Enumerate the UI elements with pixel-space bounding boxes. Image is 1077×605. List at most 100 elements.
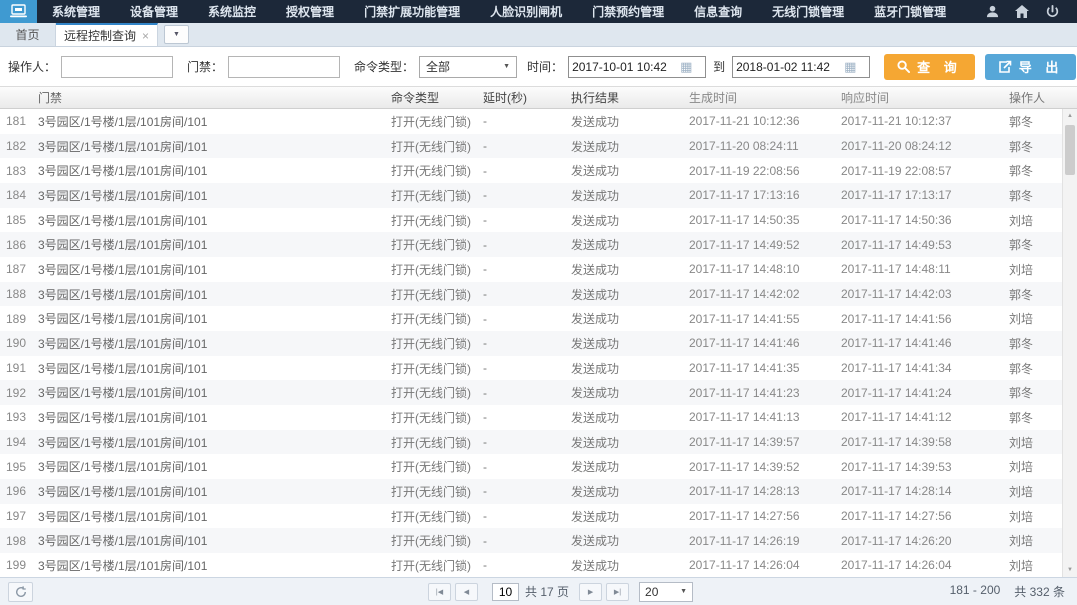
nav-item[interactable]: 系统管理 bbox=[37, 0, 115, 23]
scroll-down-icon[interactable]: ▼ bbox=[1063, 563, 1077, 577]
scrollbar-thumb[interactable] bbox=[1065, 125, 1075, 175]
nav-item[interactable]: 门禁扩展功能管理 bbox=[349, 0, 475, 23]
scroll-up-icon[interactable]: ▲ bbox=[1063, 109, 1077, 123]
operator-cell: 刘培 bbox=[1003, 532, 1062, 549]
door-input[interactable] bbox=[228, 56, 340, 78]
result-cell: 发送成功 bbox=[565, 236, 683, 253]
search-button-label: 查 询 bbox=[917, 57, 962, 76]
user-button[interactable] bbox=[977, 0, 1007, 23]
column-header[interactable]: 延时(秒) bbox=[477, 87, 565, 108]
operator-input[interactable] bbox=[61, 56, 173, 78]
column-header[interactable]: 执行结果 bbox=[565, 87, 683, 108]
time-from-input[interactable] bbox=[572, 60, 680, 74]
table-row[interactable]: 1983号园区/1号楼/1层/101房间/101打开(无线门锁)-发送成功201… bbox=[0, 528, 1062, 553]
page-number-input[interactable] bbox=[492, 583, 519, 601]
operator-cell: 郭冬 bbox=[1003, 138, 1062, 155]
table-row[interactable]: 1963号园区/1号楼/1层/101房间/101打开(无线门锁)-发送成功201… bbox=[0, 479, 1062, 504]
column-header[interactable]: 命令类型 bbox=[385, 87, 477, 108]
close-icon[interactable]: × bbox=[142, 30, 149, 42]
delay-cell: - bbox=[477, 460, 565, 474]
generated-time-cell: 2017-11-17 14:41:23 bbox=[683, 386, 835, 400]
row-number-cell: 189 bbox=[0, 312, 32, 326]
column-header[interactable]: 响应时间 bbox=[835, 87, 1003, 108]
tab-remote-control-query[interactable]: 远程控制查询 × bbox=[56, 23, 158, 46]
result-cell: 发送成功 bbox=[565, 187, 683, 204]
chevron-down-icon: ▼ bbox=[680, 588, 687, 595]
generated-time-cell: 2017-11-21 10:12:36 bbox=[683, 114, 835, 128]
table-row[interactable]: 1973号园区/1号楼/1层/101房间/101打开(无线门锁)-发送成功201… bbox=[0, 504, 1062, 529]
command-type-cell: 打开(无线门锁) bbox=[385, 286, 477, 303]
column-header[interactable]: 门禁 bbox=[32, 87, 385, 108]
table-row[interactable]: 1923号园区/1号楼/1层/101房间/101打开(无线门锁)-发送成功201… bbox=[0, 380, 1062, 405]
prev-page-button[interactable]: ◀ bbox=[455, 583, 478, 601]
nav-item[interactable]: 信息查询 bbox=[679, 0, 757, 23]
door-cell: 3号园区/1号楼/1层/101房间/101 bbox=[32, 187, 385, 204]
table-row[interactable]: 1943号园区/1号楼/1层/101房间/101打开(无线门锁)-发送成功201… bbox=[0, 430, 1062, 455]
nav-item[interactable]: 门禁预约管理 bbox=[577, 0, 679, 23]
calendar-icon[interactable]: ▦ bbox=[844, 60, 856, 73]
delay-cell: - bbox=[477, 509, 565, 523]
nav-item[interactable]: 人脸识别闸机 bbox=[475, 0, 577, 23]
nav-item[interactable]: 系统监控 bbox=[193, 0, 271, 23]
command-type-cell: 打开(无线门锁) bbox=[385, 138, 477, 155]
table-row[interactable]: 1993号园区/1号楼/1层/101房间/101打开(无线门锁)-发送成功201… bbox=[0, 553, 1062, 577]
table-row[interactable]: 1813号园区/1号楼/1层/101房间/101打开(无线门锁)-发送成功201… bbox=[0, 109, 1062, 134]
table-row[interactable]: 1823号园区/1号楼/1层/101房间/101打开(无线门锁)-发送成功201… bbox=[0, 134, 1062, 159]
table-row[interactable]: 1913号园区/1号楼/1层/101房间/101打开(无线门锁)-发送成功201… bbox=[0, 356, 1062, 381]
nav-item[interactable]: 设备管理 bbox=[115, 0, 193, 23]
command-type-select[interactable]: 全部 ▼ bbox=[419, 56, 517, 78]
vertical-scrollbar[interactable]: ▲ ▼ bbox=[1062, 109, 1077, 577]
delay-cell: - bbox=[477, 484, 565, 498]
app-logo[interactable] bbox=[0, 0, 37, 23]
column-header[interactable]: 操作人 bbox=[1003, 87, 1062, 108]
record-total-label: 共 332 条 bbox=[1014, 583, 1065, 600]
search-button[interactable]: 查 询 bbox=[884, 54, 975, 80]
table-row[interactable]: 1893号园区/1号楼/1层/101房间/101打开(无线门锁)-发送成功201… bbox=[0, 306, 1062, 331]
table-row[interactable]: 1873号园区/1号楼/1层/101房间/101打开(无线门锁)-发送成功201… bbox=[0, 257, 1062, 282]
command-type-cell: 打开(无线门锁) bbox=[385, 458, 477, 475]
door-cell: 3号园区/1号楼/1层/101房间/101 bbox=[32, 384, 385, 401]
nav-item[interactable]: 蓝牙门锁管理 bbox=[859, 0, 961, 23]
table-row[interactable]: 1863号园区/1号楼/1层/101房间/101打开(无线门锁)-发送成功201… bbox=[0, 232, 1062, 257]
first-page-button[interactable]: |◀ bbox=[428, 583, 451, 601]
laptop-icon bbox=[9, 4, 28, 19]
command-type-value: 全部 bbox=[426, 58, 450, 75]
response-time-cell: 2017-11-17 14:41:12 bbox=[835, 410, 1003, 424]
command-type-cell: 打开(无线门锁) bbox=[385, 162, 477, 179]
chevron-down-icon: ▼ bbox=[173, 31, 180, 38]
tab-home[interactable]: 首页 bbox=[0, 23, 56, 46]
nav-item[interactable]: 授权管理 bbox=[271, 0, 349, 23]
chevron-down-icon: ▼ bbox=[503, 63, 510, 70]
tab-active-label: 远程控制查询 bbox=[64, 27, 136, 44]
calendar-icon[interactable]: ▦ bbox=[680, 60, 692, 73]
table-row[interactable]: 1833号园区/1号楼/1层/101房间/101打开(无线门锁)-发送成功201… bbox=[0, 158, 1062, 183]
home-button[interactable] bbox=[1007, 0, 1037, 23]
response-time-cell: 2017-11-17 14:41:34 bbox=[835, 361, 1003, 375]
nav-item[interactable]: 无线门锁管理 bbox=[757, 0, 859, 23]
tab-list-dropdown[interactable]: ▼ bbox=[164, 25, 189, 44]
table-row[interactable]: 1883号园区/1号楼/1层/101房间/101打开(无线门锁)-发送成功201… bbox=[0, 282, 1062, 307]
row-number-cell: 197 bbox=[0, 509, 32, 523]
logout-button[interactable] bbox=[1037, 0, 1067, 23]
table-row[interactable]: 1903号园区/1号楼/1层/101房间/101打开(无线门锁)-发送成功201… bbox=[0, 331, 1062, 356]
pager-controls: |◀ ◀ 共 17 页 ▶ ▶| 20 ▼ bbox=[428, 582, 693, 602]
table-row[interactable]: 1843号园区/1号楼/1层/101房间/101打开(无线门锁)-发送成功201… bbox=[0, 183, 1062, 208]
time-to-input[interactable] bbox=[736, 60, 844, 74]
table-row[interactable]: 1853号园区/1号楼/1层/101房间/101打开(无线门锁)-发送成功201… bbox=[0, 208, 1062, 233]
column-header[interactable]: 生成时间 bbox=[683, 87, 835, 108]
page-size-select[interactable]: 20 ▼ bbox=[639, 582, 693, 602]
result-cell: 发送成功 bbox=[565, 557, 683, 574]
refresh-button[interactable] bbox=[8, 582, 33, 602]
delay-cell: - bbox=[477, 287, 565, 301]
table-header-row: 门禁命令类型延时(秒)执行结果生成时间响应时间操作人 bbox=[0, 87, 1077, 109]
user-icon bbox=[986, 5, 999, 18]
export-button[interactable]: 导 出 bbox=[985, 54, 1077, 80]
operator-cell: 郭冬 bbox=[1003, 335, 1062, 352]
table-row[interactable]: 1933号园区/1号楼/1层/101房间/101打开(无线门锁)-发送成功201… bbox=[0, 405, 1062, 430]
delay-cell: - bbox=[477, 262, 565, 276]
last-page-button[interactable]: ▶| bbox=[606, 583, 629, 601]
door-cell: 3号园区/1号楼/1层/101房间/101 bbox=[32, 557, 385, 574]
table-row[interactable]: 1953号园区/1号楼/1层/101房间/101打开(无线门锁)-发送成功201… bbox=[0, 454, 1062, 479]
row-number-cell: 190 bbox=[0, 336, 32, 350]
next-page-button[interactable]: ▶ bbox=[579, 583, 602, 601]
